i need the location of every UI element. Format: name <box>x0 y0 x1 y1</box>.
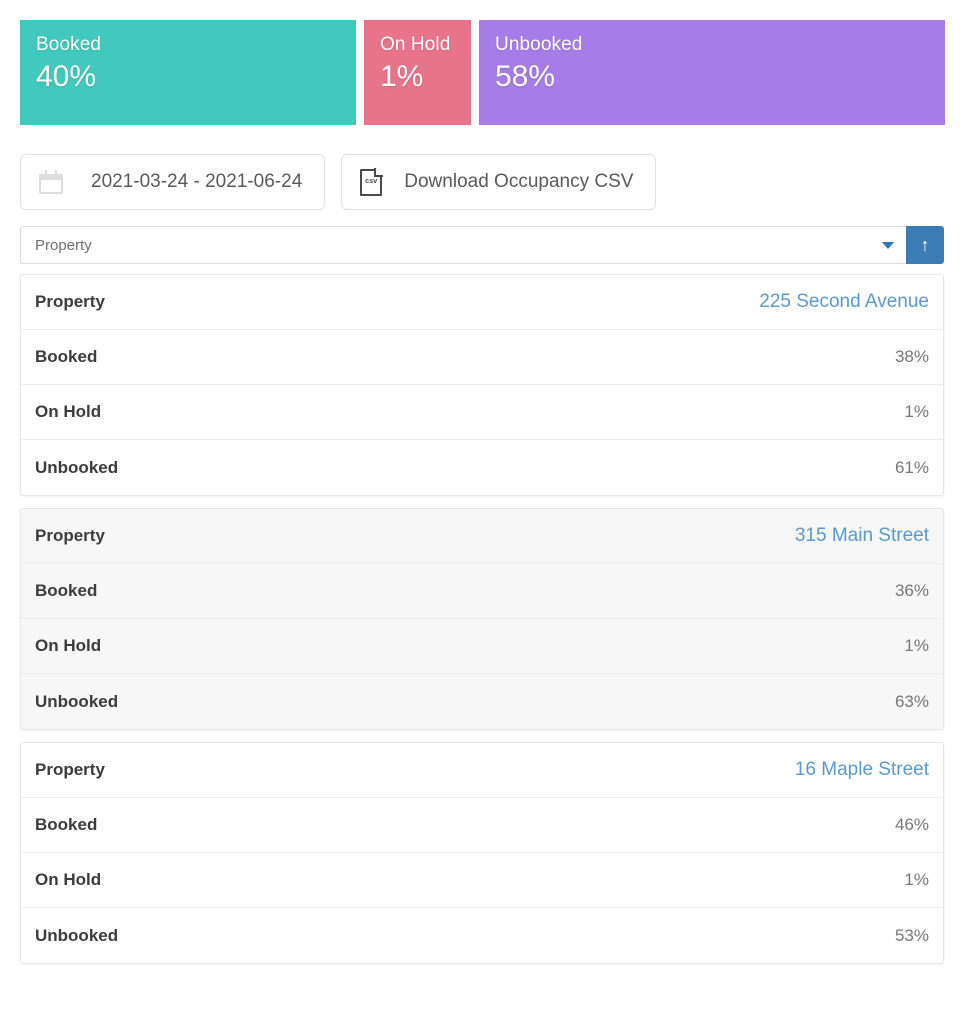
property-name-link[interactable]: 225 Second Avenue <box>759 291 929 313</box>
summary-card-booked: Booked 40% <box>20 20 356 125</box>
summary-card-label: Unbooked <box>495 34 583 55</box>
row-value: 46% <box>894 815 929 834</box>
row-label: Booked <box>35 581 98 600</box>
table-row-unbooked: Unbooked 63% <box>21 674 943 729</box>
property-card: Property 225 Second Avenue Booked 38% On… <box>20 274 944 496</box>
csv-file-icon: csv <box>360 167 384 196</box>
summary-card-value: 58% <box>495 60 556 93</box>
property-name-link[interactable]: 315 Main Street <box>795 525 929 547</box>
row-value: 53% <box>894 925 929 945</box>
occupancy-summary-bar: Booked 40% On Hold 1% Unbooked 58% <box>20 20 945 125</box>
row-label: Unbooked <box>35 691 119 711</box>
table-row-on-hold: On Hold 1% <box>21 853 943 908</box>
summary-card-value: 1% <box>380 60 424 93</box>
download-occupancy-csv-button[interactable]: csv Download Occupancy CSV <box>341 154 657 210</box>
property-select-value: Property <box>35 236 92 254</box>
summary-card-label: On Hold <box>380 34 451 55</box>
calendar-icon <box>39 170 63 194</box>
arrow-up-icon: ↑ <box>920 235 930 255</box>
table-row-unbooked: Unbooked 61% <box>21 440 943 495</box>
row-label: Booked <box>35 815 98 834</box>
row-value: 1% <box>904 636 929 655</box>
row-label: Unbooked <box>35 925 119 945</box>
table-row-unbooked: Unbooked 53% <box>21 908 943 963</box>
row-label: On Hold <box>35 870 102 889</box>
table-row-booked: Booked 36% <box>21 564 943 619</box>
row-label: On Hold <box>35 636 102 655</box>
row-value: 63% <box>894 691 929 711</box>
download-csv-label: Download Occupancy CSV <box>404 171 634 192</box>
table-row-on-hold: On Hold 1% <box>21 619 943 674</box>
property-name-link[interactable]: 16 Maple Street <box>795 759 929 781</box>
summary-card-label: Booked <box>36 34 102 55</box>
row-label: Unbooked <box>35 457 119 477</box>
row-value: 38% <box>894 347 929 366</box>
csv-icon-text: csv <box>365 177 378 185</box>
table-row-booked: Booked 46% <box>21 798 943 853</box>
table-row-property: Property 315 Main Street <box>21 509 943 564</box>
chevron-down-icon <box>882 242 894 249</box>
row-label: Property <box>35 760 105 779</box>
row-label: Property <box>35 526 105 545</box>
table-row-property: Property 16 Maple Street <box>21 743 943 798</box>
property-card: Property 16 Maple Street Booked 46% On H… <box>20 742 944 964</box>
table-row-property: Property 225 Second Avenue <box>21 275 943 330</box>
row-value: 1% <box>904 870 929 889</box>
row-value: 61% <box>894 457 929 477</box>
apply-filter-button[interactable]: ↑ <box>906 226 944 264</box>
property-card: Property 315 Main Street Booked 36% On H… <box>20 508 944 730</box>
row-label: Property <box>35 292 105 311</box>
toolbar: 2021-03-24 - 2021-06-24 csv Download Occ… <box>20 154 944 210</box>
row-value: 36% <box>894 581 929 600</box>
property-filter-row: Property ↑ <box>20 226 944 264</box>
date-range-picker[interactable]: 2021-03-24 - 2021-06-24 <box>20 154 326 210</box>
summary-card-on-hold: On Hold 1% <box>364 20 471 125</box>
date-range-value: 2021-03-24 - 2021-06-24 <box>91 171 303 192</box>
property-select[interactable]: Property <box>20 226 906 264</box>
property-cards-list: Property 225 Second Avenue Booked 38% On… <box>20 274 944 964</box>
row-label: On Hold <box>35 402 102 421</box>
row-value: 1% <box>904 402 929 421</box>
row-label: Booked <box>35 347 98 366</box>
summary-card-unbooked: Unbooked 58% <box>479 20 945 125</box>
table-row-on-hold: On Hold 1% <box>21 385 943 440</box>
table-row-booked: Booked 38% <box>21 330 943 385</box>
summary-card-value: 40% <box>36 60 97 93</box>
